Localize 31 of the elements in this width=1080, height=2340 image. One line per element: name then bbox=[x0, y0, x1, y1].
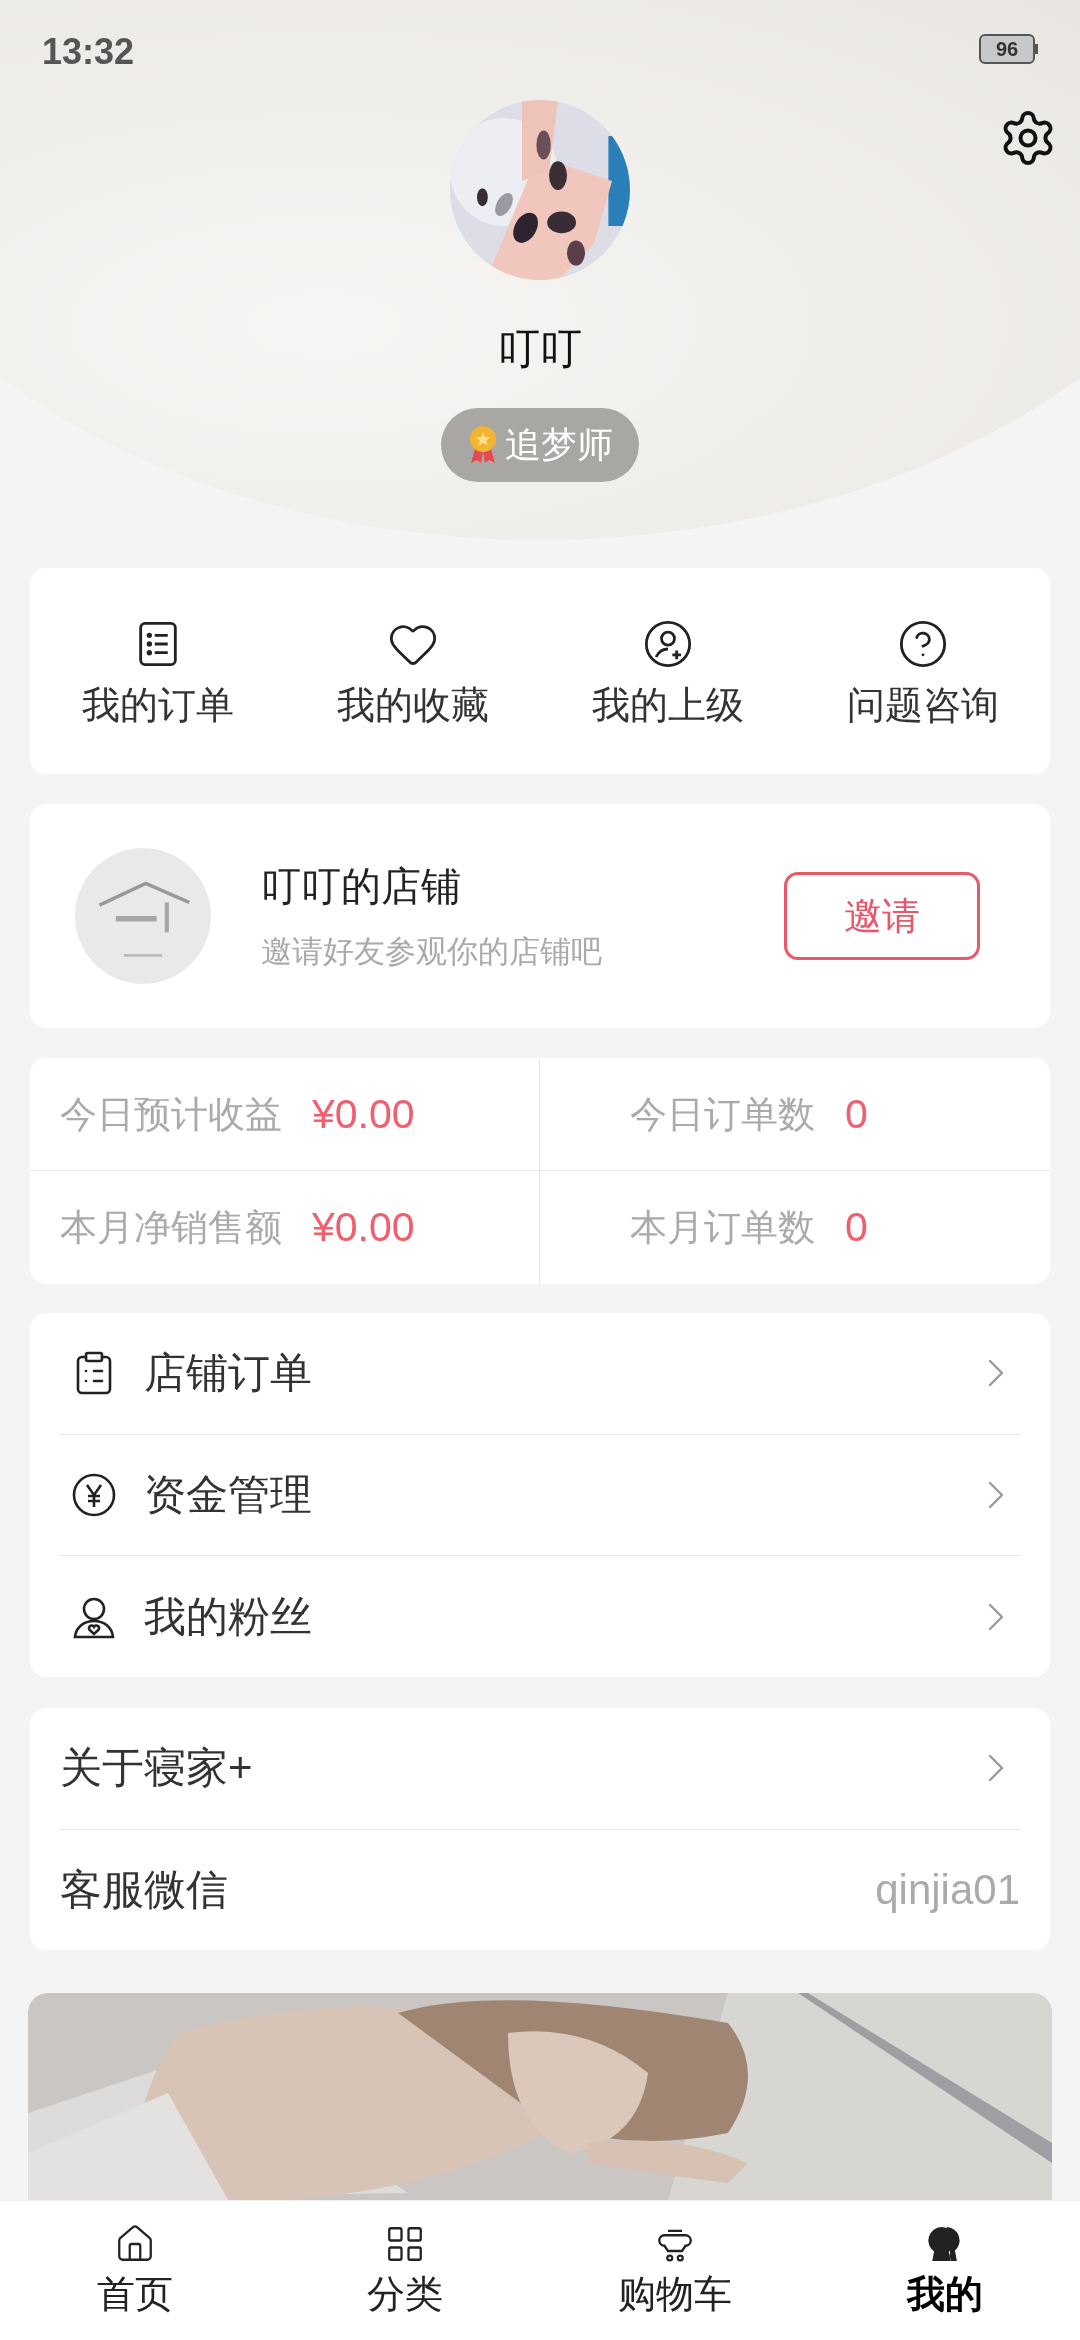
stat-value: ¥0.00 bbox=[312, 1093, 415, 1135]
info-value: qinjia01 bbox=[875, 1868, 1020, 1911]
tab[interactable]: 首页 bbox=[0, 2201, 270, 2340]
level-label: 追梦师 bbox=[505, 427, 613, 463]
medal-icon bbox=[467, 425, 499, 465]
menu-item[interactable]: 我的粉丝 bbox=[60, 1556, 1020, 1677]
shortcut-button[interactable]: 我的上级 bbox=[540, 568, 795, 774]
info-label: 客服微信 bbox=[60, 1868, 229, 1911]
tab[interactable]: 购物车 bbox=[540, 2201, 810, 2340]
battery-indicator: 96 bbox=[979, 34, 1035, 64]
shop-title: 叮叮的店铺 bbox=[261, 865, 462, 906]
stat-value: 0 bbox=[845, 1093, 868, 1135]
stat-label: 今日预计收益 bbox=[60, 1095, 282, 1133]
tab[interactable]: 分类 bbox=[270, 2201, 540, 2340]
shop-subtitle: 邀请好友参观你的店铺吧 bbox=[261, 935, 603, 967]
shortcut-button[interactable]: 我的收藏 bbox=[285, 568, 540, 774]
tab[interactable]: 我的 bbox=[810, 2201, 1080, 2340]
yen-icon bbox=[70, 1471, 118, 1519]
stat-label: 今日订单数 bbox=[630, 1095, 815, 1133]
status-time: 13:32 bbox=[42, 34, 135, 70]
stat-label: 本月订单数 bbox=[630, 1209, 815, 1246]
menu-item[interactable]: 资金管理 bbox=[60, 1434, 1020, 1557]
shortcut-button[interactable]: 我的订单 bbox=[30, 568, 285, 774]
menu-item[interactable]: 关于寝家+ bbox=[60, 1708, 1020, 1830]
menu-item[interactable]: 店铺订单 bbox=[60, 1313, 1020, 1435]
shortcut-button[interactable]: 问题咨询 bbox=[795, 568, 1050, 774]
stat-label: 本月净销售额 bbox=[60, 1209, 282, 1246]
stat-value: ¥0.00 bbox=[312, 1207, 415, 1248]
user-name: 叮叮 bbox=[498, 328, 582, 370]
invite-button[interactable]: 邀请 bbox=[784, 872, 980, 960]
stat-value: 0 bbox=[845, 1207, 868, 1248]
